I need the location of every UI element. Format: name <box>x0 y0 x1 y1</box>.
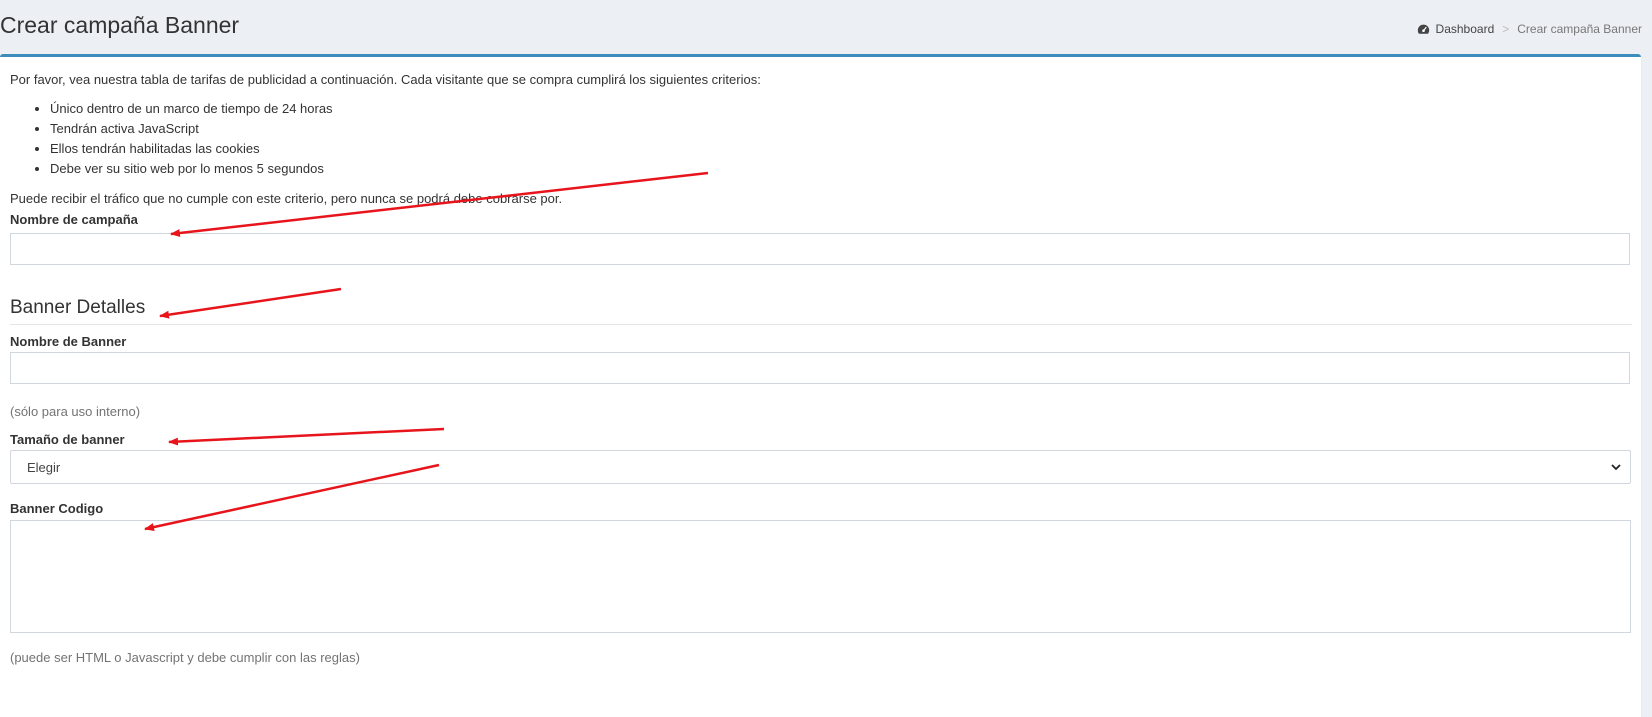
section-divider <box>10 324 1632 325</box>
criteria-item: Debe ver su sitio web por lo menos 5 seg… <box>50 159 333 179</box>
campaign-name-input[interactable] <box>10 233 1630 265</box>
breadcrumb-separator: > <box>1502 22 1510 36</box>
intro-text: Por favor, vea nuestra tabla de tarifas … <box>10 72 761 87</box>
content-header: Crear campaña Banner Dashboard > Crear c… <box>0 0 1652 54</box>
banner-code-textarea[interactable] <box>10 520 1631 633</box>
banner-name-help: (sólo para uso interno) <box>10 404 141 419</box>
disclaimer-text: Puede recibir el tráfico que no cumple c… <box>10 191 563 206</box>
criteria-list: Único dentro de un marco de tiempo de 24… <box>10 99 333 179</box>
breadcrumb-home-link[interactable]: Dashboard <box>1436 22 1495 36</box>
chevron-down-icon <box>1611 464 1621 471</box>
banner-details-title: Banner Detalles <box>10 297 146 318</box>
banner-size-label: Tamaño de banner <box>10 432 125 447</box>
banner-name-label: Nombre de Banner <box>10 334 127 349</box>
page-title: Crear campaña Banner <box>0 12 240 38</box>
criteria-item: Único dentro de un marco de tiempo de 24… <box>50 99 333 119</box>
dashboard-icon <box>1417 24 1429 34</box>
breadcrumb-current: Crear campaña Banner <box>1517 22 1642 36</box>
banner-name-input[interactable] <box>10 352 1630 384</box>
breadcrumb: Dashboard > Crear campaña Banner <box>1417 22 1642 36</box>
banner-code-help: (puede ser HTML o Javascript y debe cump… <box>10 650 360 665</box>
campaign-form-box: Por favor, vea nuestra tabla de tarifas … <box>0 54 1641 717</box>
campaign-name-label: Nombre de campaña <box>10 212 138 227</box>
criteria-item: Ellos tendrán habilitadas las cookies <box>50 139 333 159</box>
banner-size-select[interactable]: Elegir <box>10 450 1631 484</box>
criteria-item: Tendrán activa JavaScript <box>50 119 333 139</box>
banner-size-selected-value: Elegir <box>27 460 61 475</box>
banner-code-label: Banner Codigo <box>10 501 104 516</box>
